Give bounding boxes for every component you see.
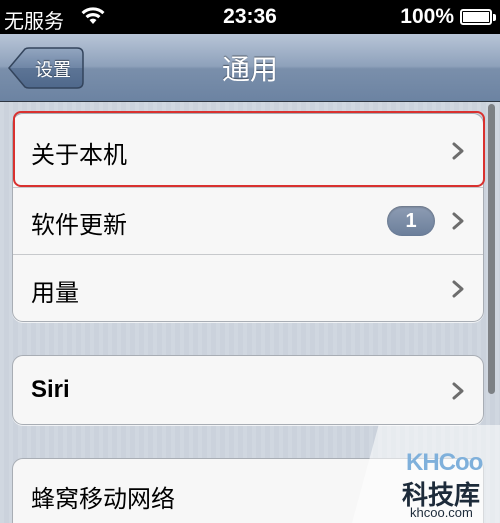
page-title: 通用 — [221, 53, 278, 86]
settings-group-general: 关于本机 软件更新 1 用量 — [12, 113, 484, 322]
cell-about-label: 关于本机 — [31, 141, 127, 169]
scroll-indicator — [488, 104, 495, 394]
cell-about[interactable]: 关于本机 — [13, 114, 483, 187]
status-bar: 无服务 23:36 100% — [0, 0, 500, 34]
chevron-right-icon — [452, 280, 464, 298]
battery-percentage: 100% — [400, 5, 454, 28]
update-count-badge: 1 — [387, 206, 435, 236]
chevron-right-icon — [452, 212, 464, 230]
watermark-url: khcoo.com — [410, 505, 473, 520]
cell-usage[interactable]: 用量 — [13, 255, 483, 321]
cell-cellular-label: 蜂窝移动网络 — [31, 485, 175, 513]
cell-siri-label: Siri — [31, 376, 70, 403]
cell-siri[interactable]: Siri — [13, 356, 483, 424]
settings-group-siri: Siri — [12, 355, 484, 425]
cell-usage-label: 用量 — [31, 279, 79, 307]
battery-fill — [463, 12, 489, 22]
cell-software-update-label: 软件更新 — [31, 211, 127, 239]
battery-icon — [460, 9, 496, 25]
watermark-logo: KHCoo — [406, 449, 483, 476]
navigation-bar: 设置 通用 — [0, 34, 500, 102]
chevron-right-icon — [452, 142, 464, 160]
chevron-right-icon — [452, 382, 464, 400]
cell-software-update[interactable]: 软件更新 1 — [13, 188, 483, 254]
watermark: KHCoo 科技库 khcoo.com — [352, 425, 500, 523]
